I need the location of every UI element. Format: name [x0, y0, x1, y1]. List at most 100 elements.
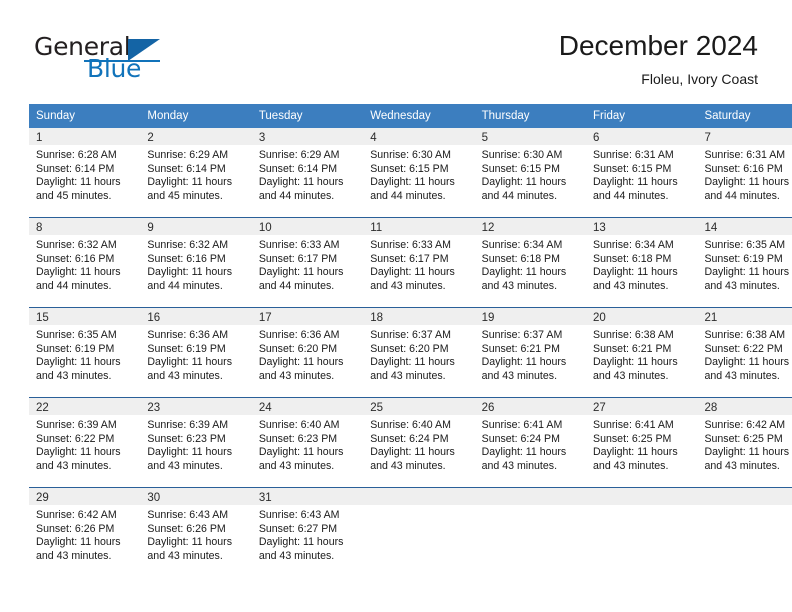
sunrise-text: Sunrise: 6:38 AM: [593, 329, 674, 341]
calendar-day-cell[interactable]: 4 Sunrise: 6:30 AM Sunset: 6:15 PM Daylight…: [363, 128, 475, 218]
daylight-text-line2: and 43 minutes.: [36, 369, 112, 382]
day-number: 29: [29, 488, 141, 505]
sunrise-text: Sunrise: 6:32 AM: [36, 239, 117, 251]
sunset-text: Sunset: 6:18 PM: [481, 252, 560, 265]
daylight-text-line2: and 45 minutes.: [36, 189, 112, 202]
calendar-day-cell[interactable]: 17 Sunrise: 6:36 AM Sunset: 6:20 PM Dayligh…: [251, 307, 364, 398]
sunrise-text: Sunrise: 6:37 AM: [481, 329, 563, 341]
sunset-text: Sunset: 6:14 PM: [36, 162, 115, 175]
sunrise-text: Sunrise: 6:35 AM: [704, 239, 786, 251]
calendar-day-cell[interactable]: 12 Sunrise: 6:34 AM Sunset: 6:18 PM Dayligh…: [474, 217, 587, 308]
sunrise-text: Sunrise: 6:28 AM: [36, 149, 117, 161]
day-details: Sunrise: 6:32 AM Sunset: 6:16 PM Daylight:…: [29, 235, 140, 293]
sunset-text: Sunset: 6:17 PM: [258, 252, 338, 265]
calendar-day-cell[interactable]: 22 Sunrise: 6:39 AM Sunset: 6:22 PM Dayligh…: [29, 397, 141, 488]
calendar-day-cell[interactable]: 15 Sunrise: 6:35 AM Sunset: 6:19 PM Dayligh…: [29, 307, 141, 398]
calendar-day-cell[interactable]: 24 Sunrise: 6:40 AM Sunset: 6:23 PM Dayligh…: [251, 397, 364, 488]
day-details: Sunrise: 6:29 AM Sunset: 6:14 PM Daylight:…: [140, 145, 251, 203]
daylight-text-line2: and 43 minutes.: [593, 369, 669, 382]
calendar-day-cell[interactable]: 2 Sunrise: 6:29 AM Sunset: 6:14 PM Daylight…: [140, 128, 252, 218]
day-number: 4: [363, 128, 475, 145]
daylight-text-line2: and 43 minutes.: [370, 279, 446, 292]
day-details: Sunrise: 6:31 AM Sunset: 6:15 PM Daylight:…: [586, 145, 697, 203]
day-number: 14: [697, 218, 792, 235]
calendar-day-cell[interactable]: 3 Sunrise: 6:29 AM Sunset: 6:14 PM Daylight…: [251, 128, 364, 218]
calendar-day-cell[interactable]: 26 Sunrise: 6:41 AM Sunset: 6:24 PM Dayligh…: [474, 397, 587, 488]
general-blue-logo[interactable]: General Blue: [34, 33, 234, 85]
day-number: 21: [697, 308, 792, 325]
calendar-day-cell[interactable]: 16 Sunrise: 6:36 AM Sunset: 6:19 PM Dayligh…: [140, 307, 252, 398]
daylight-text-line1: Daylight: 11 hours: [147, 446, 233, 459]
daylight-text-line2: and 44 minutes.: [593, 189, 669, 202]
calendar-week-row: 8 Sunrise: 6:32 AM Sunset: 6:16 PM Daylight…: [29, 217, 792, 308]
sunrise-text: Sunrise: 6:34 AM: [481, 239, 563, 251]
day-number: 31: [251, 488, 364, 505]
daylight-text-line1: Daylight: 11 hours: [36, 176, 121, 189]
sunset-text: Sunset: 6:26 PM: [147, 522, 226, 535]
weekday-header-wednesday: Wednesday: [363, 104, 475, 128]
calendar-day-cell[interactable]: 13 Sunrise: 6:34 AM Sunset: 6:18 PM Dayligh…: [586, 217, 698, 308]
day-details: Sunrise: 6:33 AM Sunset: 6:17 PM Daylight:…: [363, 235, 474, 293]
sunrise-text: Sunrise: 6:38 AM: [704, 329, 786, 341]
day-details: Sunrise: 6:41 AM Sunset: 6:24 PM Daylight:…: [475, 415, 586, 473]
calendar-day-cell[interactable]: 23 Sunrise: 6:39 AM Sunset: 6:23 PM Dayligh…: [140, 397, 252, 488]
sunrise-text: Sunrise: 6:33 AM: [370, 239, 451, 251]
daylight-text-line2: and 43 minutes.: [147, 459, 223, 472]
calendar-day-cell[interactable]: 31 Sunrise: 6:43 AM Sunset: 6:27 PM Dayligh…: [251, 487, 364, 577]
calendar-day-cell[interactable]: 25 Sunrise: 6:40 AM Sunset: 6:24 PM Dayligh…: [363, 397, 475, 488]
day-number: 28: [697, 398, 792, 415]
calendar-day-cell[interactable]: 30 Sunrise: 6:43 AM Sunset: 6:26 PM Dayligh…: [140, 487, 252, 577]
calendar-day-cell-empty: [697, 487, 792, 577]
calendar-day-cell[interactable]: 7 Sunrise: 6:31 AM Sunset: 6:16 PM Daylight…: [697, 128, 792, 218]
day-number: [474, 488, 587, 505]
day-number: 20: [586, 308, 698, 325]
daylight-text-line1: Daylight: 11 hours: [258, 176, 344, 189]
calendar-day-cell[interactable]: 18 Sunrise: 6:37 AM Sunset: 6:20 PM Dayligh…: [363, 307, 475, 398]
day-details: Sunrise: 6:28 AM Sunset: 6:14 PM Daylight:…: [29, 145, 140, 203]
calendar-day-cell[interactable]: 1 Sunrise: 6:28 AM Sunset: 6:14 PM Daylight…: [29, 128, 141, 218]
sunset-text: Sunset: 6:21 PM: [593, 342, 672, 355]
calendar-day-cell[interactable]: 21 Sunrise: 6:38 AM Sunset: 6:22 PM Dayligh…: [697, 307, 792, 398]
daylight-text-line2: and 43 minutes.: [593, 459, 669, 472]
calendar-day-cell[interactable]: 20 Sunrise: 6:38 AM Sunset: 6:21 PM Dayligh…: [586, 307, 698, 398]
calendar-day-cell[interactable]: 10 Sunrise: 6:33 AM Sunset: 6:17 PM Dayligh…: [251, 217, 364, 308]
daylight-text-line1: Daylight: 11 hours: [704, 176, 790, 189]
calendar-day-cell[interactable]: 5 Sunrise: 6:30 AM Sunset: 6:15 PM Daylight…: [474, 128, 587, 218]
sunset-text: Sunset: 6:18 PM: [593, 252, 672, 265]
daylight-text-line1: Daylight: 11 hours: [593, 446, 678, 459]
daylight-text-line1: Daylight: 11 hours: [370, 266, 455, 279]
weekday-headers: Sunday Monday Tuesday Wednesday Thursday Frid…: [29, 104, 792, 128]
day-number: 3: [251, 128, 364, 145]
day-details: Sunrise: 6:43 AM Sunset: 6:26 PM Daylight:…: [140, 505, 251, 563]
calendar-day-cell[interactable]: 27 Sunrise: 6:41 AM Sunset: 6:25 PM Dayligh…: [586, 397, 698, 488]
calendar-day-cell[interactable]: 14 Sunrise: 6:35 AM Sunset: 6:19 PM Dayligh…: [697, 217, 792, 308]
sunset-text: Sunset: 6:23 PM: [147, 432, 226, 445]
calendar-day-cell[interactable]: 11 Sunrise: 6:33 AM Sunset: 6:17 PM Dayligh…: [363, 217, 475, 308]
calendar-day-cell[interactable]: 8 Sunrise: 6:32 AM Sunset: 6:16 PM Daylight…: [29, 217, 141, 308]
sunrise-text: Sunrise: 6:39 AM: [36, 419, 117, 431]
day-details: Sunrise: 6:42 AM Sunset: 6:25 PM Daylight:…: [697, 415, 792, 473]
calendar-day-cell[interactable]: 19 Sunrise: 6:37 AM Sunset: 6:21 PM Dayligh…: [474, 307, 587, 398]
sunrise-text: Sunrise: 6:37 AM: [370, 329, 451, 341]
daylight-text-line1: Daylight: 11 hours: [36, 446, 121, 459]
calendar-day-cell[interactable]: 29 Sunrise: 6:42 AM Sunset: 6:26 PM Dayligh…: [29, 487, 141, 577]
day-number: 27: [586, 398, 698, 415]
sunrise-text: Sunrise: 6:40 AM: [370, 419, 451, 431]
sunset-text: Sunset: 6:16 PM: [36, 252, 115, 265]
calendar-day-cell[interactable]: 9 Sunrise: 6:32 AM Sunset: 6:16 PM Daylight…: [140, 217, 252, 308]
daylight-text-line2: and 43 minutes.: [481, 459, 558, 472]
weekday-header-friday: Friday: [586, 104, 698, 128]
sunrise-text: Sunrise: 6:34 AM: [593, 239, 674, 251]
daylight-text-line1: Daylight: 11 hours: [593, 356, 678, 369]
daylight-text-line1: Daylight: 11 hours: [36, 266, 121, 279]
sunrise-text: Sunrise: 6:43 AM: [147, 509, 229, 521]
sunset-text: Sunset: 6:20 PM: [370, 342, 449, 355]
day-number: 10: [251, 218, 364, 235]
weekday-header-sunday: Sunday: [29, 104, 141, 128]
calendar-week-row: 29 Sunrise: 6:42 AM Sunset: 6:26 PM Dayligh…: [29, 487, 792, 577]
daylight-text-line2: and 44 minutes.: [147, 279, 223, 292]
calendar-day-cell[interactable]: 28 Sunrise: 6:42 AM Sunset: 6:25 PM Dayligh…: [697, 397, 792, 488]
daylight-text-line2: and 43 minutes.: [147, 369, 223, 382]
calendar-day-cell[interactable]: 6 Sunrise: 6:31 AM Sunset: 6:15 PM Daylight…: [586, 128, 698, 218]
day-details: Sunrise: 6:34 AM Sunset: 6:18 PM Daylight:…: [586, 235, 697, 293]
